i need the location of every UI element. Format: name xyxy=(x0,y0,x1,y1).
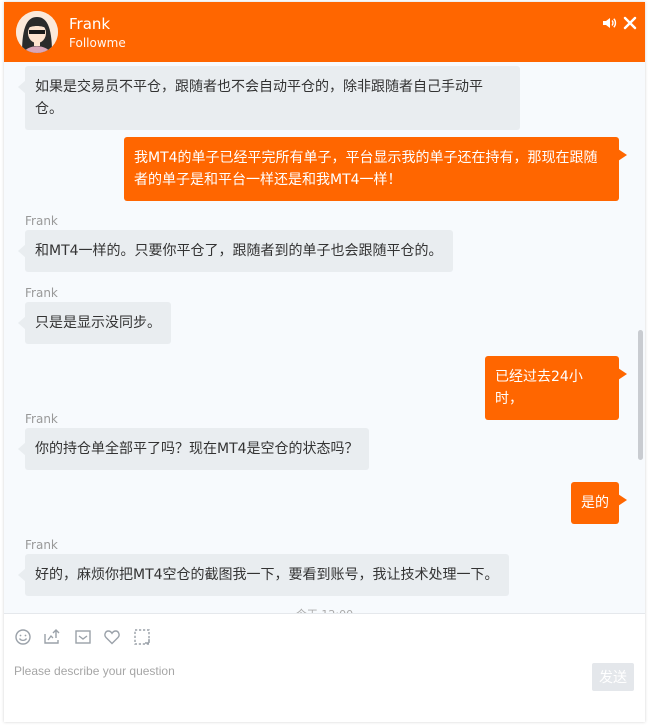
agent-message: 如果是交易员不平仓，跟随者也不会自动平仓的，除非跟随者自己手动平仓。 xyxy=(18,66,520,130)
screenshot-icon[interactable] xyxy=(133,628,151,646)
user-message: 已经过去24小时， xyxy=(485,356,627,420)
message-text: 和MT4一样的。只要你平仓了，跟随者到的单子也会跟随平仓的。 xyxy=(35,243,443,259)
agent-message: 好的，麻烦你把MT4空仓的截图我一下，要看到账号，我让技术处理一下。 xyxy=(18,554,509,596)
message-list[interactable]: 如果是交易员不平仓，跟随者也不会自动平仓的，除非跟随者自己手动平仓。 我MT4的… xyxy=(4,62,645,613)
message-text: 已经过去24小时， xyxy=(495,369,583,407)
agent-message: 你的持仓单全部平了吗？现在MT4是空仓的状态吗？ xyxy=(18,428,369,470)
agent-message: 只是是显示没同步。 xyxy=(18,302,171,344)
agent-name: Frank xyxy=(69,15,111,33)
image-upload-icon[interactable] xyxy=(43,628,61,646)
agent-company: Followme xyxy=(69,36,126,50)
message-sender: Frank xyxy=(25,286,58,300)
email-icon[interactable] xyxy=(74,628,92,646)
message-sender: Frank xyxy=(25,412,58,426)
chat-window: Frank Followme 如果是交易员不平仓，跟随者也不会自动平仓的，除非跟… xyxy=(4,2,645,722)
scrollbar-thumb[interactable] xyxy=(638,330,643,460)
like-icon[interactable] xyxy=(103,628,121,646)
composer: 发送 xyxy=(4,613,645,722)
message-text: 好的，麻烦你把MT4空仓的截图我一下，要看到账号，我让技术处理一下。 xyxy=(35,567,499,583)
user-message: 是的 xyxy=(571,482,627,524)
message-text: 我MT4的单子已经平完所有单子，平台显示我的单子还在持有，那现在跟随者的单子是和… xyxy=(134,150,598,188)
message-text: 如果是交易员不平仓，跟随者也不会自动平仓的，除非跟随者自己手动平仓。 xyxy=(35,79,483,117)
close-icon[interactable] xyxy=(622,15,638,31)
emoji-icon[interactable] xyxy=(14,628,32,646)
user-message: 我MT4的单子已经平完所有单子，平台显示我的单子还在持有，那现在跟随者的单子是和… xyxy=(124,137,627,201)
message-sender: Frank xyxy=(25,538,58,552)
message-sender: Frank xyxy=(25,214,58,228)
message-text: 你的持仓单全部平了吗？现在MT4是空仓的状态吗？ xyxy=(35,441,359,457)
message-text: 是的 xyxy=(581,495,609,511)
send-button[interactable]: 发送 xyxy=(592,663,634,691)
agent-message: 和MT4一样的。只要你平仓了，跟随者到的单子也会跟随平仓的。 xyxy=(18,230,453,272)
agent-avatar xyxy=(16,11,58,53)
chat-header: Frank Followme xyxy=(4,2,645,62)
message-input[interactable] xyxy=(14,656,584,686)
message-text: 只是是显示没同步。 xyxy=(35,315,161,331)
speaker-icon[interactable] xyxy=(601,15,617,31)
